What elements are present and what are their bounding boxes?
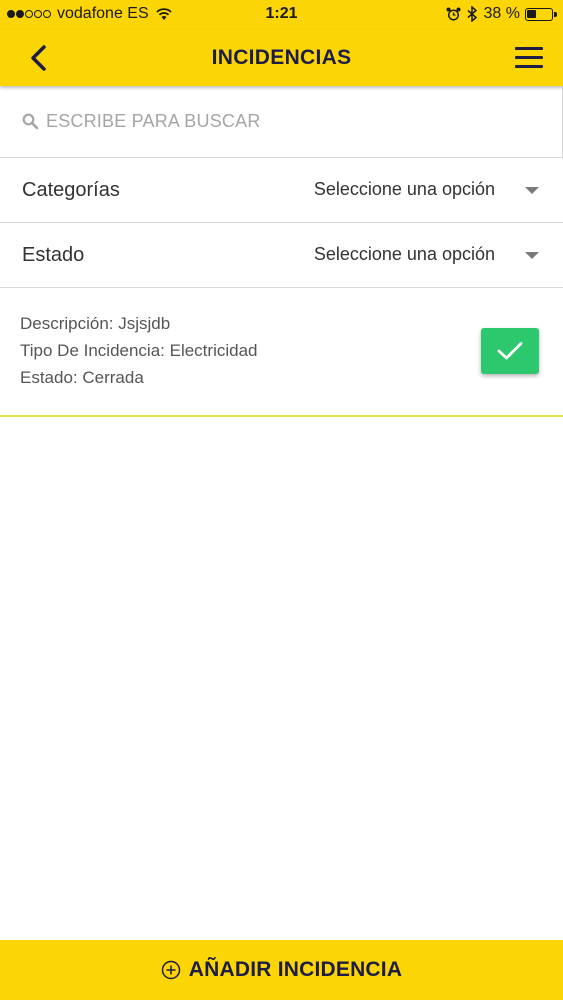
status-closed-badge[interactable] (481, 328, 539, 374)
add-incidencia-button[interactable]: AÑADIR INCIDENCIA (0, 940, 563, 1000)
search-icon (22, 113, 39, 130)
search-bar (0, 86, 563, 158)
plus-circle-icon (161, 960, 181, 980)
incidencia-descripcion: Descripción: Jsjsjdb (20, 314, 171, 333)
checkmark-icon (497, 342, 523, 360)
status-bar: vodafone ES 1:21 38 % (0, 0, 563, 30)
battery-tip (554, 11, 557, 17)
status-bar-right: 38 % (446, 5, 557, 23)
page-title: INCIDENCIAS (211, 46, 352, 69)
categorias-label: Categorías (22, 179, 120, 201)
categorias-select[interactable]: Categorías Seleccione una opción (0, 158, 563, 223)
caret-down-icon (525, 187, 539, 194)
estado-select[interactable]: Estado Seleccione una opción (0, 223, 563, 288)
search-input[interactable] (46, 106, 526, 136)
add-incidencia-label: AÑADIR INCIDENCIA (188, 958, 403, 981)
battery-icon (525, 7, 557, 21)
app-screen: vodafone ES 1:21 38 % INCIDENCIAS ESCRIB… (0, 0, 563, 1000)
bluetooth-icon (467, 6, 477, 22)
battery-percentage: 38 % (483, 5, 520, 22)
incidencia-tipo: Tipo De Incidencia: Electricidad (20, 341, 258, 360)
nav-bar: INCIDENCIAS (0, 30, 563, 86)
incidencia-list-item[interactable]: Descripción: Jsjsjdb Tipo De Incidencia:… (0, 288, 563, 417)
caret-down-icon (525, 252, 539, 259)
alarm-icon (446, 7, 461, 20)
categorias-selected-value: Seleccione una opción (313, 179, 495, 199)
estado-label: Estado (22, 244, 85, 266)
battery-level-fill (527, 9, 536, 18)
hamburger-menu-icon[interactable] (513, 42, 545, 74)
incidencia-estado: Estado: Cerrada (20, 368, 144, 387)
estado-selected-value: Seleccione una opción (313, 244, 495, 264)
